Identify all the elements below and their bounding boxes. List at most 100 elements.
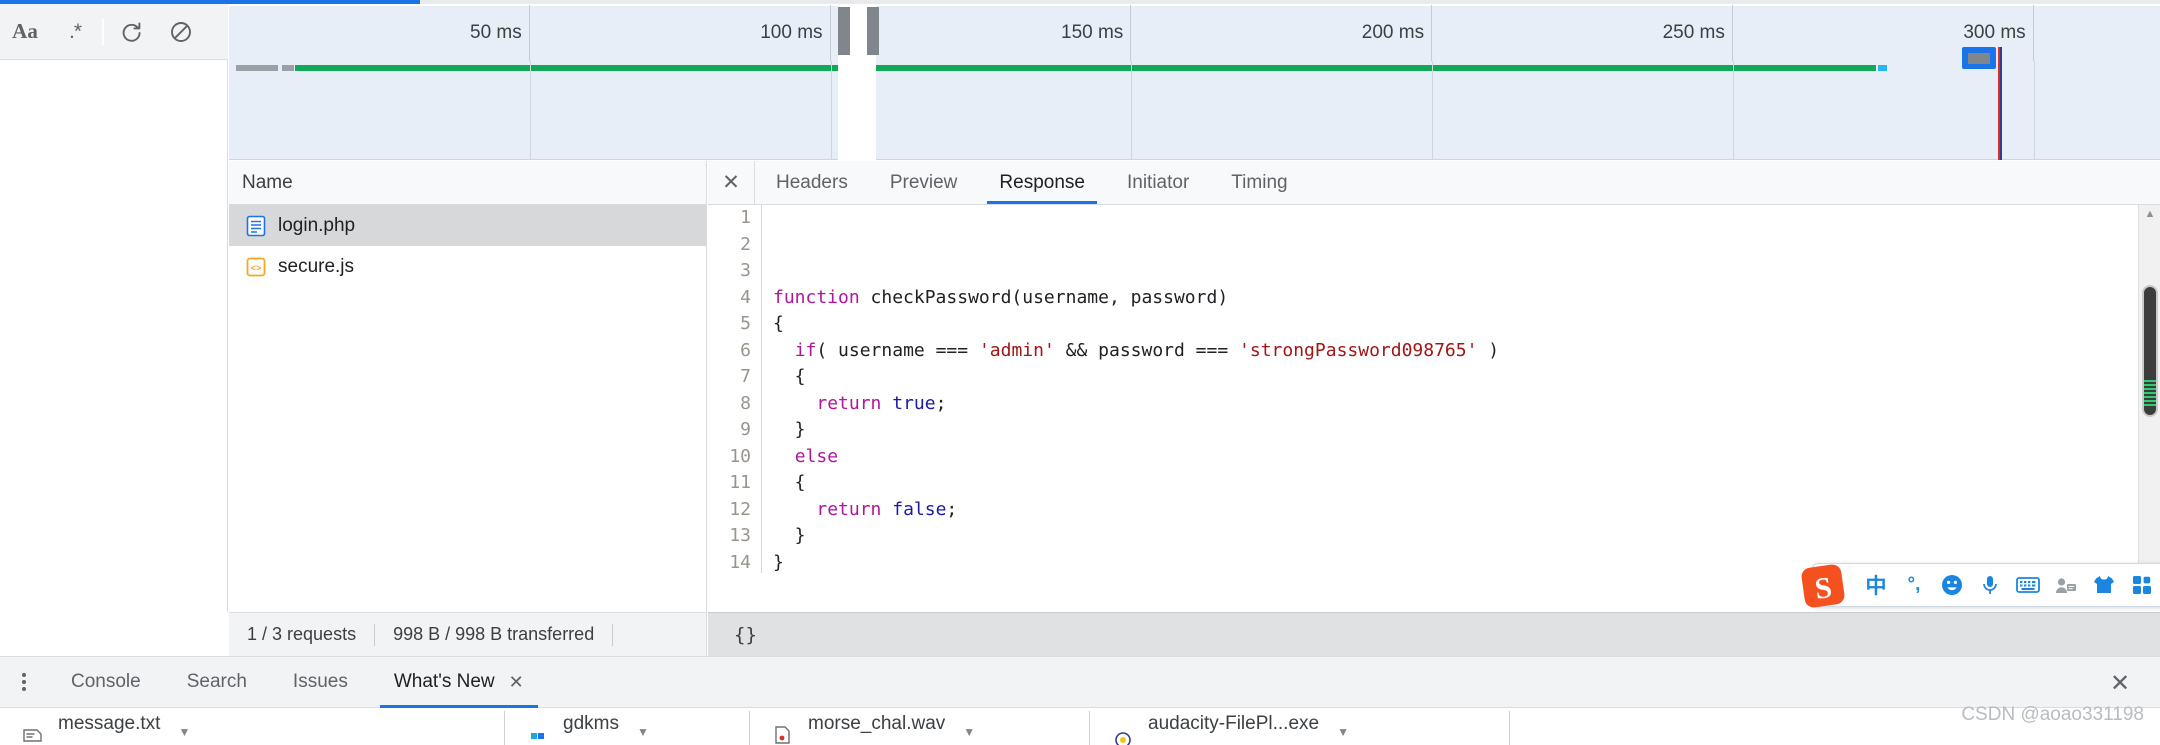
status-divider-2 [612, 623, 614, 646]
code-line-number: 3 [708, 258, 762, 285]
tab-headers[interactable]: Headers [755, 161, 869, 204]
download-menu-caret-icon[interactable]: ▼ [637, 725, 649, 739]
code-line-number: 2 [708, 231, 762, 258]
document-icon [246, 215, 266, 237]
code-vertical-scrollbar[interactable]: ▲ [2138, 205, 2160, 573]
code-line-number: 8 [708, 390, 762, 417]
code-line-number: 9 [708, 417, 762, 444]
overview-time-ruler: 50 ms 100 ms 150 ms 200 ms 250 ms 300 ms [229, 5, 2160, 61]
drawer-tab-close-icon[interactable]: ✕ [509, 672, 524, 693]
scroll-up-arrow-icon[interactable]: ▲ [2139, 205, 2160, 223]
download-item[interactable]: audacity-FilePl...exe ▼ [1090, 709, 1510, 745]
code-line: 2 [708, 231, 2160, 258]
request-row-name: secure.js [278, 255, 355, 277]
code-line-number: 1 [708, 205, 762, 232]
requests-column-header-name[interactable]: Name [229, 161, 706, 205]
code-line-text: } [773, 551, 784, 573]
network-overview[interactable]: 50 ms 100 ms 150 ms 200 ms 250 ms 300 ms [229, 5, 2160, 160]
transferred-status: 998 B / 998 B transferred [393, 624, 595, 644]
download-item[interactable]: morse_chal.wav ▼ [750, 709, 1090, 745]
download-name: message.txt [58, 713, 161, 734]
soft-keyboard-icon[interactable] [2009, 563, 2047, 607]
code-line: 10 else [708, 443, 2160, 470]
code-line: 5{ [708, 311, 2160, 338]
overview-selection-handle-right[interactable] [867, 7, 879, 55]
request-row[interactable]: <> secure.js [229, 246, 706, 287]
user-card-icon[interactable] [2047, 563, 2085, 607]
download-separator [1509, 711, 1510, 745]
requests-panel: Name login.php <> secure.js [229, 161, 707, 612]
download-menu-caret-icon[interactable]: ▼ [1337, 725, 1349, 739]
drawer-tab-issues[interactable]: Issues [270, 656, 371, 708]
generic-file-icon [525, 721, 551, 745]
drawer-tab-label: What's New [393, 671, 495, 692]
drawer-tabbar: Console Search Issues What's New ✕ ✕ [0, 656, 2160, 708]
download-name: gdkms [563, 713, 619, 734]
code-line-text: { [773, 313, 784, 334]
overview-gridline [2033, 61, 2035, 160]
overview-request-band [229, 61, 2160, 160]
overview-tick-label: 50 ms [229, 5, 530, 61]
drawer-tab-label: Console [71, 671, 141, 692]
code-line-text: function checkPassword(username, passwor… [773, 286, 1229, 308]
close-detail-icon[interactable]: ✕ [708, 161, 755, 204]
code-line-number: 5 [708, 311, 762, 338]
punctuation-icon[interactable]: °, [1895, 563, 1933, 607]
audio-file-icon [770, 721, 796, 745]
sogou-ime-toolbar[interactable]: S 中 °, [1801, 563, 2160, 608]
regex-icon[interactable]: .* [50, 4, 100, 60]
response-code-viewer[interactable]: 1 2 3 4 function checkPassword(username, pas… [708, 205, 2160, 573]
tab-timing[interactable]: Timing [1210, 161, 1308, 204]
response-format-bar: {} [708, 612, 2160, 656]
drawer-tab-console[interactable]: Console [48, 656, 164, 708]
no-entry-icon[interactable] [156, 4, 206, 60]
drawer-tab-label: Search [186, 671, 247, 692]
download-text: morse_chal.wav [808, 713, 945, 735]
overview-event-marker[interactable] [1962, 47, 1996, 69]
drawer-tab-what-s-new[interactable]: What's New ✕ [371, 656, 547, 708]
pretty-print-button[interactable]: {} [708, 624, 757, 646]
overview-selection-handle-left[interactable] [838, 7, 850, 55]
overview-tick-label: 250 ms [1432, 5, 1733, 61]
code-line-number: 13 [708, 523, 762, 550]
tab-preview[interactable]: Preview [869, 161, 979, 204]
tab-response[interactable]: Response [978, 161, 1106, 204]
tab-initiator[interactable]: Initiator [1106, 161, 1210, 204]
code-lines: 1 2 3 4 function checkPassword(username, pas… [708, 205, 2160, 573]
code-line-number: 12 [708, 496, 762, 523]
download-text: message.txt [58, 713, 160, 735]
overview-bar-queue [236, 65, 278, 71]
code-line-number: 11 [708, 470, 762, 497]
script-icon: <> [246, 256, 266, 278]
download-text: gdkms [563, 713, 619, 735]
request-row[interactable]: login.php [229, 205, 706, 246]
drawer-tab-search[interactable]: Search [164, 656, 270, 708]
code-line: 12 return false; [708, 496, 2160, 523]
download-name: morse_chal.wav [808, 713, 946, 734]
code-line-text: return true; [816, 392, 947, 414]
code-line-text: else [794, 445, 839, 467]
voice-input-icon[interactable] [1971, 563, 2009, 607]
skin-icon[interactable] [2085, 563, 2123, 607]
toolbox-icon[interactable] [2123, 563, 2160, 607]
download-menu-caret-icon[interactable]: ▼ [178, 725, 190, 739]
download-menu-caret-icon[interactable]: ▼ [963, 725, 975, 739]
overview-tick-label: 200 ms [1131, 5, 1433, 61]
close-drawer-icon[interactable]: ✕ [2100, 657, 2140, 709]
chinese-mode-icon[interactable]: 中 [1857, 563, 1895, 607]
filter-toolbar: Aa .* [0, 4, 228, 60]
sogou-logo-icon[interactable]: S [1795, 558, 1851, 614]
download-text: audacity-FilePl...exe [1148, 713, 1319, 735]
emoji-icon[interactable] [1933, 563, 1971, 607]
reload-icon[interactable] [106, 4, 156, 60]
request-count-status: 1 / 3 requests [247, 624, 357, 644]
more-options-icon[interactable] [0, 673, 48, 691]
svg-text:<>: <> [251, 264, 262, 274]
request-row-name: login.php [278, 214, 356, 236]
download-item[interactable]: gdkms ▼ [505, 709, 750, 745]
download-item[interactable]: message.txt ▼ [0, 709, 505, 745]
filter-sidebar-body [0, 60, 228, 612]
match-case-icon[interactable]: Aa [0, 4, 50, 60]
